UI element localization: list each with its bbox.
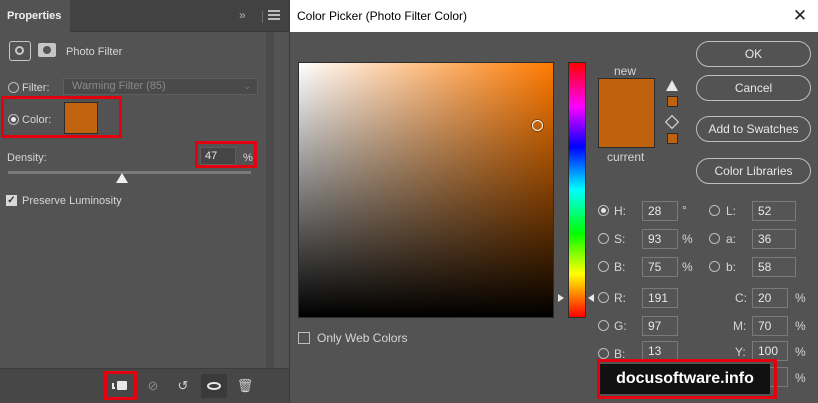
tab-divider [262, 11, 263, 23]
layer-mask-icon[interactable] [38, 43, 56, 57]
web-safe-cube-icon[interactable] [664, 114, 680, 130]
density-label: Density: [7, 152, 47, 164]
blue-radio[interactable] [598, 348, 609, 359]
gamut-warning-icon[interactable] [666, 80, 678, 91]
a-channel-label: a: [726, 232, 737, 246]
trash-icon[interactable]: 🗑 [233, 374, 257, 398]
filter-radio[interactable] [8, 82, 19, 93]
lightness-input[interactable]: 52 [752, 201, 796, 221]
hue-radio[interactable] [598, 205, 609, 216]
adjustment-name: Photo Filter [66, 46, 123, 58]
collapse-panel-icon[interactable]: » [239, 8, 246, 22]
eye-icon [207, 382, 221, 390]
lightness-label: L: [726, 204, 737, 218]
preserve-luminosity-checkbox[interactable]: ✓ [6, 195, 17, 206]
brightness-label: B: [614, 260, 626, 274]
green-input[interactable]: 97 [642, 316, 678, 336]
only-web-colors-label: Only Web Colors [317, 331, 408, 345]
saturation-radio[interactable] [598, 233, 609, 244]
saturation-label: S: [614, 232, 626, 246]
current-color-swatch[interactable] [599, 113, 654, 147]
cyan-label: C: [735, 291, 747, 305]
close-icon[interactable]: ✕ [790, 0, 810, 32]
density-slider-thumb[interactable] [116, 173, 129, 183]
preserve-luminosity-label: Preserve Luminosity [22, 195, 122, 207]
red-radio[interactable] [598, 292, 609, 303]
yellow-unit: % [795, 345, 806, 359]
color-highlight-box [1, 96, 122, 138]
hue-slider-left-arrow[interactable] [558, 294, 564, 302]
hue-slider[interactable] [568, 62, 586, 318]
saturation-input[interactable]: 93 [642, 229, 678, 249]
dialog-title-bar: Color Picker (Photo Filter Color) [290, 0, 818, 32]
camera-adjustment-icon [9, 41, 31, 61]
yellow-label: Y: [735, 345, 746, 359]
web-safe-color-swatch[interactable] [667, 133, 678, 144]
filter-select-value: Warming Filter (85) [72, 80, 166, 92]
magenta-unit: % [795, 319, 806, 333]
cyan-input[interactable]: 20 [752, 288, 788, 308]
filter-label: Filter: [22, 82, 50, 94]
a-channel-input[interactable]: 36 [752, 229, 796, 249]
red-input[interactable]: 191 [642, 288, 678, 308]
new-label: new [614, 64, 637, 78]
ok-button[interactable]: OK [696, 41, 811, 67]
red-label: R: [614, 291, 626, 305]
lightness-radio[interactable] [709, 205, 720, 216]
color-radio[interactable] [8, 114, 19, 125]
only-web-colors-checkbox[interactable] [298, 332, 310, 344]
density-slider-track[interactable] [8, 171, 251, 174]
dialog-title: Color Picker (Photo Filter Color) [297, 9, 468, 23]
density-unit: % [243, 152, 253, 164]
reset-icon[interactable]: ↺ [171, 374, 195, 398]
properties-bottom-toolbar: ⊘ ↺ 🗑 [0, 368, 289, 403]
green-radio[interactable] [598, 320, 609, 331]
hue-input[interactable]: 28 [642, 201, 678, 221]
black-unit: % [795, 371, 806, 385]
cancel-button[interactable]: Cancel [696, 75, 811, 101]
view-previous-state-icon[interactable]: ⊘ [141, 374, 165, 398]
add-to-swatches-button[interactable]: Add to Swatches [696, 116, 811, 142]
b-channel-radio[interactable] [709, 261, 720, 272]
magenta-label: M: [733, 319, 747, 333]
visibility-toggle[interactable] [201, 374, 227, 398]
density-input[interactable]: 47 [200, 147, 236, 165]
filter-select[interactable]: Warming Filter (85) ⌄ [63, 78, 258, 95]
color-picker-dialog: Color Picker (Photo Filter Color) ✕ new … [289, 0, 818, 403]
color-libraries-button[interactable]: Color Libraries [696, 158, 811, 184]
clip-to-layer-icon[interactable] [108, 374, 133, 398]
panel-scrollbar[interactable] [266, 32, 274, 372]
properties-tab-bar: Properties » [0, 0, 289, 32]
properties-panel: Properties » Photo Filter Filter: Warmin… [0, 0, 289, 403]
brightness-input[interactable]: 75 [642, 257, 678, 277]
gamut-color-swatch[interactable] [667, 96, 678, 107]
chevron-down-icon: ⌄ [243, 81, 251, 91]
hue-label: H: [614, 204, 626, 218]
a-channel-radio[interactable] [709, 233, 720, 244]
filter-color-swatch[interactable] [64, 102, 98, 134]
saturation-unit: % [682, 232, 693, 246]
watermark-banner: docusoftware.info [600, 364, 770, 394]
magenta-input[interactable]: 70 [752, 316, 788, 336]
color-label: Color: [22, 114, 52, 126]
hue-slider-right-arrow[interactable] [588, 294, 594, 302]
brightness-radio[interactable] [598, 261, 609, 272]
color-field-selector[interactable] [532, 120, 543, 131]
yellow-input[interactable]: 100 [752, 341, 788, 361]
panel-menu-icon[interactable] [268, 10, 280, 21]
b-channel-input[interactable]: 58 [752, 257, 796, 277]
new-current-swatch [598, 78, 655, 148]
b-channel-label: b: [726, 260, 737, 274]
new-color-swatch [599, 79, 654, 113]
hue-unit: ° [682, 203, 687, 217]
blue-input[interactable]: 13 [642, 341, 678, 361]
cyan-unit: % [795, 291, 806, 305]
current-label: current [607, 150, 645, 164]
green-label: G: [614, 319, 627, 333]
saturation-brightness-field[interactable] [298, 62, 554, 318]
brightness-unit: % [682, 260, 693, 274]
tab-properties[interactable]: Properties [0, 0, 70, 32]
